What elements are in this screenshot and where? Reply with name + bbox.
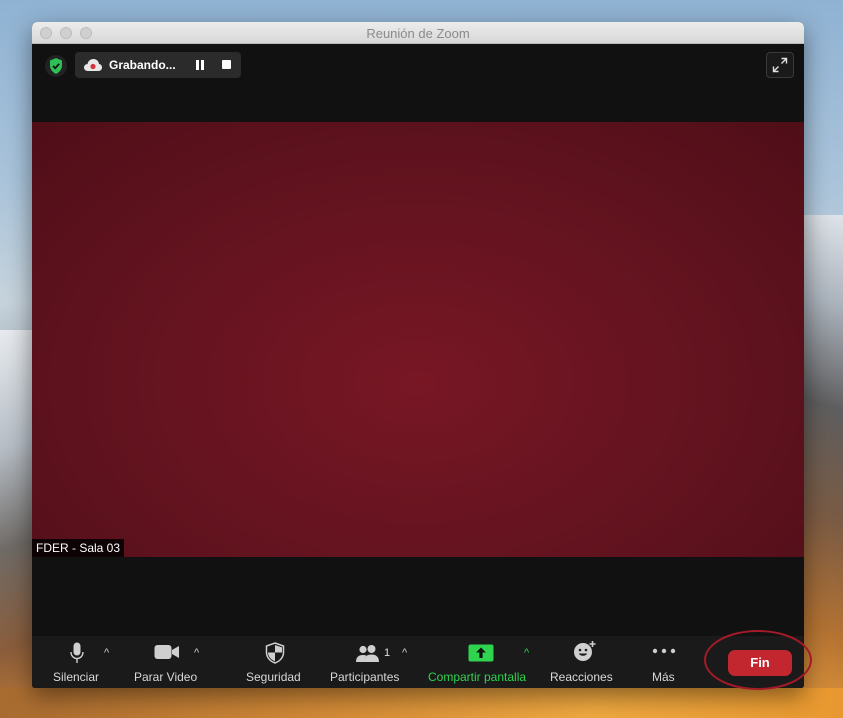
caret-up-icon[interactable]: ^: [402, 647, 407, 659]
participants-count: 1: [384, 647, 391, 659]
desktop-mountain-right: [801, 215, 843, 718]
zoom-meeting-window: Reunión de Zoom Grabando... FDER - Sala …: [32, 22, 804, 688]
cloud-record-icon: [84, 59, 102, 71]
annotation-circle: [704, 630, 812, 690]
mute-button[interactable]: Silenciar: [50, 636, 120, 688]
caret-up-icon[interactable]: ^: [104, 647, 109, 659]
meeting-toolbar: Silenciar ^ Parar Video ^ Seguridad 1 Pa…: [32, 636, 804, 688]
microphone-icon: [70, 642, 84, 663]
fullscreen-icon: [772, 57, 788, 73]
participant-video: [32, 122, 804, 557]
security-label: Seguridad: [246, 670, 301, 684]
participants-label: Participantes: [330, 670, 400, 684]
desktop-foliage: [0, 688, 843, 718]
share-screen-label: Compartir pantalla: [428, 670, 527, 684]
share-screen-button[interactable]: Compartir pantalla: [426, 636, 538, 688]
shield-icon: [265, 642, 285, 664]
pause-icon[interactable]: [195, 60, 205, 70]
reactions-button[interactable]: Reacciones: [548, 636, 618, 688]
more-button[interactable]: Más: [644, 636, 684, 688]
recording-indicator: Grabando...: [75, 52, 241, 78]
caret-up-icon[interactable]: ^: [524, 647, 529, 659]
participants-icon: [356, 645, 379, 662]
reactions-icon: [574, 641, 596, 661]
shield-check-icon: [50, 58, 62, 74]
participants-button[interactable]: 1 Participantes: [328, 636, 410, 688]
mute-label: Silenciar: [53, 670, 100, 684]
caret-up-icon[interactable]: ^: [194, 647, 199, 659]
encryption-status[interactable]: [45, 55, 67, 77]
stop-video-label: Parar Video: [134, 670, 198, 684]
share-screen-icon: [468, 644, 494, 662]
security-button[interactable]: Seguridad: [242, 636, 310, 688]
recording-status-label: Grabando...: [109, 58, 176, 72]
stop-video-button[interactable]: Parar Video: [132, 636, 212, 688]
participant-name-tag: FDER - Sala 03: [32, 539, 125, 557]
more-icon: [652, 648, 676, 654]
window-title: Reunión de Zoom: [366, 26, 470, 41]
window-titlebar: Reunión de Zoom: [32, 22, 804, 44]
video-camera-icon: [154, 645, 179, 659]
more-label: Más: [652, 670, 675, 684]
reactions-label: Reacciones: [550, 670, 613, 684]
stop-icon[interactable]: [222, 60, 231, 69]
fullscreen-button[interactable]: [766, 52, 794, 78]
